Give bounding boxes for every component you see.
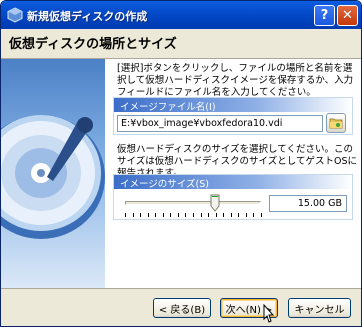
- slider-tick: [245, 213, 247, 217]
- size-slider-thumb[interactable]: [210, 194, 220, 212]
- slider-tick: [215, 213, 217, 217]
- slider-tick: [140, 213, 142, 217]
- slider-tick: [170, 213, 172, 217]
- slider-tick: [162, 213, 164, 217]
- image-size-label: イメージのサイズ(S): [120, 179, 209, 190]
- slider-tick: [147, 213, 149, 217]
- title-bar[interactable]: 新規仮想ディスクの作成 ? ✕: [1, 1, 361, 29]
- slider-tick: [208, 213, 210, 217]
- slider-tick: [193, 213, 194, 217]
- slider-tick: [132, 213, 134, 217]
- slider-tick: [230, 213, 232, 217]
- file-description: [選択]ボタンをクリックし、ファイルの場所と名前を選択して仮想ハードディスクイメ…: [117, 63, 354, 98]
- slider-tick: [223, 213, 225, 217]
- page-title: 仮想ディスクの場所とサイズ: [9, 37, 177, 52]
- slider-tick: [200, 213, 202, 217]
- slider-tick: [155, 213, 157, 217]
- close-button[interactable]: ✕: [337, 5, 358, 26]
- footer-divider: [1, 288, 361, 289]
- group-header: イメージのサイズ(S): [114, 175, 352, 190]
- size-input[interactable]: 15.00 GB: [269, 195, 347, 212]
- slider-tick: [238, 213, 240, 217]
- wizard-sidebar-image: [1, 59, 105, 288]
- folder-icon: [329, 118, 343, 129]
- slider-tick: [185, 213, 187, 217]
- window-title: 新規仮想ディスクの作成: [27, 10, 148, 23]
- browse-button[interactable]: [326, 113, 346, 133]
- image-file-input[interactable]: E:¥vbox_image¥vboxfedora10.vdi: [117, 115, 323, 132]
- slider-tick: [125, 213, 126, 217]
- cancel-button[interactable]: キャンセル: [288, 298, 351, 318]
- back-button[interactable]: < 戻る(B): [153, 298, 211, 318]
- size-slider-track[interactable]: [125, 201, 261, 205]
- slider-tick: [253, 213, 255, 217]
- image-file-label: イメージファイル名(I): [120, 102, 216, 113]
- group-header: イメージファイル名(I): [114, 98, 352, 113]
- mouse-cursor-icon: [263, 304, 275, 323]
- slider-tick: [177, 213, 179, 217]
- hard-disk-icon: [1, 115, 105, 239]
- virtualbox-icon: [7, 7, 23, 23]
- slider-tick: [261, 213, 262, 217]
- wizard-header: 仮想ディスクの場所とサイズ: [1, 29, 361, 58]
- help-button[interactable]: ?: [314, 5, 335, 26]
- wizard-window: 新規仮想ディスクの作成 ? ✕ 仮想ディスクの場所とサイズ [選択]ボタンをクリ…: [0, 0, 362, 327]
